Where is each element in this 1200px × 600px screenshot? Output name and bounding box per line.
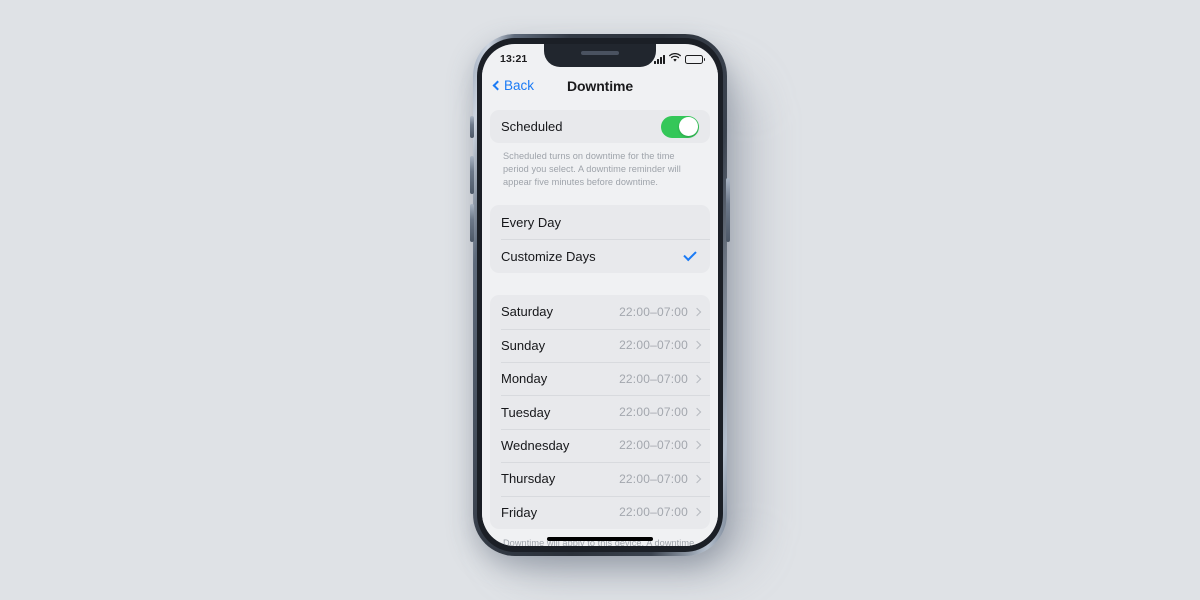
day-name: Wednesday bbox=[501, 437, 570, 453]
day-name: Friday bbox=[501, 504, 538, 520]
day-time-range: 22:00–07:00 bbox=[619, 338, 688, 353]
option-customize-days-label: Customize Days bbox=[501, 248, 596, 264]
day-row-value: 22:00–07:00 bbox=[619, 405, 702, 420]
back-button[interactable]: Back bbox=[492, 78, 535, 93]
day-time-range: 22:00–07:00 bbox=[619, 405, 688, 420]
day-row-monday[interactable]: Monday 22:00–07:00 bbox=[490, 361, 710, 395]
volume-down-button[interactable] bbox=[470, 204, 474, 242]
day-time-range: 22:00–07:00 bbox=[619, 371, 688, 386]
scheduled-label: Scheduled bbox=[501, 119, 563, 134]
day-row-value: 22:00–07:00 bbox=[619, 471, 702, 486]
wifi-icon bbox=[669, 52, 681, 66]
day-time-range: 22:00–07:00 bbox=[619, 471, 688, 486]
days-list-card: Saturday 22:00–07:00 Sunday 22:00–07:00 bbox=[490, 295, 710, 529]
cellular-signal-icon bbox=[654, 54, 665, 64]
day-row-value: 22:00–07:00 bbox=[619, 371, 702, 386]
chevron-right-icon bbox=[692, 507, 702, 517]
day-row-tuesday[interactable]: Tuesday 22:00–07:00 bbox=[490, 395, 710, 428]
chevron-right-icon bbox=[692, 407, 702, 417]
checkmark-icon bbox=[683, 247, 697, 262]
home-indicator[interactable] bbox=[547, 537, 653, 541]
day-name: Monday bbox=[501, 371, 548, 387]
scheduled-toggle[interactable] bbox=[661, 115, 699, 138]
battery-icon bbox=[685, 54, 705, 64]
mute-switch-button[interactable] bbox=[470, 116, 474, 138]
day-time-range: 22:00–07:00 bbox=[619, 304, 688, 319]
scheduled-description: Scheduled turns on downtime for the time… bbox=[503, 151, 681, 188]
chevron-right-icon bbox=[692, 441, 702, 450]
settings-content: Scheduled Scheduled turns on downtime fo… bbox=[482, 101, 718, 546]
power-button[interactable] bbox=[726, 178, 730, 242]
day-row-value: 22:00–07:00 bbox=[619, 505, 702, 520]
scheduled-card: Scheduled bbox=[490, 110, 710, 143]
chevron-right-icon bbox=[692, 474, 702, 484]
toggle-knob bbox=[678, 117, 698, 136]
display-notch bbox=[544, 44, 656, 67]
day-row-thursday[interactable]: Thursday 22:00–07:00 bbox=[490, 462, 710, 495]
option-customize-days[interactable]: Customize Days bbox=[490, 239, 710, 273]
day-row-sunday[interactable]: Sunday 22:00–07:00 bbox=[490, 328, 710, 362]
day-row-value: 22:00–07:00 bbox=[619, 338, 702, 353]
option-every-day-label: Every Day bbox=[501, 214, 561, 230]
status-bar-time: 13:21 bbox=[500, 53, 528, 65]
day-name: Saturday bbox=[501, 304, 554, 320]
chevron-right-icon bbox=[692, 307, 702, 317]
chevron-left-icon bbox=[492, 80, 503, 91]
day-name: Tuesday bbox=[501, 404, 551, 420]
device-bezel: 13:21 Back Downtime Scheduled Scheduled … bbox=[470, 38, 730, 552]
schedule-mode-card: Every Day Customize Days bbox=[490, 205, 710, 274]
day-row-value: 22:00–07:00 bbox=[619, 438, 702, 453]
back-button-label: Back bbox=[504, 78, 535, 93]
day-row-friday[interactable]: Friday 22:00–07:00 bbox=[490, 495, 710, 529]
status-bar-icons bbox=[654, 52, 705, 66]
day-time-range: 22:00–07:00 bbox=[619, 438, 688, 453]
option-every-day[interactable]: Every Day bbox=[490, 205, 710, 239]
volume-up-button[interactable] bbox=[470, 156, 474, 194]
day-row-value: 22:00–07:00 bbox=[619, 304, 702, 319]
phone-screen: 13:21 Back Downtime Scheduled Scheduled … bbox=[482, 44, 718, 546]
navigation-bar: Back Downtime bbox=[482, 70, 718, 101]
day-name: Thursday bbox=[501, 471, 556, 487]
chevron-right-icon bbox=[692, 341, 702, 350]
day-row-wednesday[interactable]: Wednesday 22:00–07:00 bbox=[490, 428, 710, 462]
day-name: Sunday bbox=[501, 337, 546, 353]
iphone-device-frame: 13:21 Back Downtime Scheduled Scheduled … bbox=[470, 34, 730, 556]
chevron-right-icon bbox=[692, 374, 702, 383]
earpiece-speaker-icon bbox=[581, 50, 619, 55]
scheduled-row[interactable]: Scheduled bbox=[490, 110, 710, 143]
day-time-range: 22:00–07:00 bbox=[619, 505, 688, 520]
day-row-saturday[interactable]: Saturday 22:00–07:00 bbox=[490, 295, 710, 328]
